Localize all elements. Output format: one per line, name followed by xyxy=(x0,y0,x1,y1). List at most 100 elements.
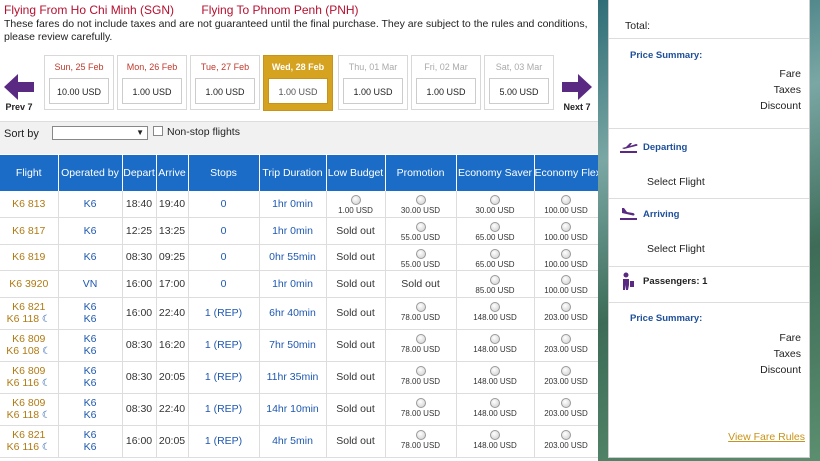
column-header[interactable]: Arrive xyxy=(156,155,189,191)
date-label: Thu, 01 Mar xyxy=(348,62,398,72)
date-card[interactable]: Fri, 02 Mar 1.00 USD xyxy=(411,55,481,110)
nonstop-checkbox[interactable] xyxy=(153,126,163,136)
arrive-time: 16:20 xyxy=(156,329,189,362)
fare-cell: 203.00 USD xyxy=(534,393,599,426)
trip-duration: 0hr 55min xyxy=(259,244,327,271)
plane-takeoff-icon xyxy=(620,143,638,153)
flight-number[interactable]: K6 809 xyxy=(12,397,45,409)
moon-icon: ☾ xyxy=(39,409,51,421)
column-header[interactable]: Depart xyxy=(122,155,157,191)
column-header[interactable]: Economy Saver xyxy=(456,155,535,191)
fare-radio[interactable] xyxy=(490,397,500,408)
flight-number[interactable]: K6 809 xyxy=(12,365,45,377)
moon-icon: ☾ xyxy=(39,345,52,357)
column-header[interactable]: Flight xyxy=(0,155,59,191)
flight-number[interactable]: K6 809 xyxy=(12,333,45,345)
fare-cell: 55.00 USD xyxy=(385,244,457,271)
fare-radio[interactable] xyxy=(490,429,500,440)
fare-radio[interactable] xyxy=(415,195,426,205)
stops[interactable]: 1 (REP) xyxy=(188,361,260,394)
fare-radio[interactable] xyxy=(415,333,426,344)
flight-number[interactable]: K6 116 xyxy=(7,377,40,389)
fare-price: 78.00 USD xyxy=(400,312,441,322)
trip-duration: 1hr 0min xyxy=(259,270,327,298)
fare-radio[interactable] xyxy=(415,301,426,312)
fare-radio[interactable] xyxy=(490,275,500,285)
date-card[interactable]: Sun, 25 Feb 10.00 USD xyxy=(44,55,114,110)
column-header[interactable]: Stops xyxy=(188,155,260,191)
prev-7-button[interactable]: Prev 7 xyxy=(2,74,36,112)
nonstop-filter[interactable]: Non-stop flights xyxy=(153,126,240,138)
flight-number[interactable]: K6 108 xyxy=(6,345,39,357)
fare-radio[interactable] xyxy=(490,222,500,232)
fare-radio[interactable] xyxy=(561,301,571,312)
column-header[interactable]: Trip Duration xyxy=(259,155,327,191)
stops[interactable]: 1 (REP) xyxy=(188,297,260,330)
table-row: K6 809 K6 116 ☾ K6 K6 08:30 20:05 1 (REP) 11hr … xyxy=(0,361,599,394)
stops[interactable]: 1 (REP) xyxy=(188,393,260,426)
date-card[interactable]: Tue, 27 Feb 1.00 USD xyxy=(190,55,260,110)
flight-number[interactable]: K6 821 xyxy=(12,429,45,441)
flight-number[interactable]: K6 813 xyxy=(12,198,45,210)
next-7-button[interactable]: Next 7 xyxy=(560,74,594,112)
stops[interactable]: 0 xyxy=(188,270,260,298)
stops[interactable]: 1 (REP) xyxy=(188,329,260,362)
stops[interactable]: 0 xyxy=(188,217,260,245)
depart-time: 08:30 xyxy=(122,244,157,271)
fare-radio[interactable] xyxy=(561,275,571,285)
column-header[interactable]: Economy Flex xyxy=(534,155,599,191)
fare-radio[interactable] xyxy=(415,365,426,376)
stops[interactable]: 0 xyxy=(188,244,260,271)
date-price: 1.00 USD xyxy=(122,78,182,104)
table-row: K6 821 K6 116 ☾ K6 K6 16:00 20:05 1 (REP) 4hr 5… xyxy=(0,425,599,458)
fare-cell: 1.00 USD xyxy=(326,191,386,218)
fare-radio[interactable] xyxy=(561,333,571,344)
fare-radio[interactable] xyxy=(561,195,571,205)
fare-price: 100.00 USD xyxy=(544,286,588,295)
view-fare-rules-link[interactable]: View Fare Rules xyxy=(728,431,805,443)
depart-time: 08:30 xyxy=(122,361,157,394)
fare-radio[interactable] xyxy=(415,222,426,232)
flight-number[interactable]: K6 819 xyxy=(12,251,45,263)
flight-number[interactable]: K6 116 xyxy=(7,441,40,453)
fare-radio[interactable] xyxy=(490,248,500,259)
date-price: 5.00 USD xyxy=(489,78,549,104)
fare-radio[interactable] xyxy=(561,429,571,440)
date-price: 10.00 USD xyxy=(49,78,109,104)
stops[interactable]: 0 xyxy=(188,191,260,218)
fare-radio[interactable] xyxy=(415,397,426,408)
flight-number[interactable]: K6 817 xyxy=(12,225,45,237)
date-card[interactable]: Thu, 01 Mar 1.00 USD xyxy=(338,55,408,110)
fare-cell: 78.00 USD xyxy=(385,361,457,394)
fare-cell: 55.00 USD xyxy=(385,217,457,245)
flight-number[interactable]: K6 3920 xyxy=(9,278,48,290)
fare-radio[interactable] xyxy=(561,365,571,376)
fare-price: 148.00 USD xyxy=(473,440,517,450)
column-header[interactable]: Operated by xyxy=(58,155,123,191)
fare-radio[interactable] xyxy=(561,397,571,408)
operator: K6 xyxy=(83,365,97,377)
fare-radio[interactable] xyxy=(415,429,426,440)
fare-radio[interactable] xyxy=(415,248,426,259)
fare-sold-out: Sold out xyxy=(326,361,386,394)
flight-number[interactable]: K6 118 xyxy=(7,313,40,325)
fare-price: 100.00 USD xyxy=(544,233,588,242)
fare-radio[interactable] xyxy=(490,333,500,344)
fare-radio[interactable] xyxy=(561,248,571,259)
fare-radio[interactable] xyxy=(350,195,361,205)
arriving-select-flight[interactable]: Select Flight xyxy=(647,243,705,255)
fare-radio[interactable] xyxy=(561,222,571,232)
flight-number[interactable]: K6 118 xyxy=(7,409,40,421)
departing-select-flight[interactable]: Select Flight xyxy=(647,176,705,188)
flight-number[interactable]: K6 821 xyxy=(12,301,45,313)
column-header[interactable]: Promotion xyxy=(385,155,457,191)
sort-select[interactable]: ▼ xyxy=(52,126,148,140)
column-header[interactable]: Low Budget xyxy=(326,155,386,191)
fare-radio[interactable] xyxy=(490,301,500,312)
date-card[interactable]: Mon, 26 Feb 1.00 USD xyxy=(117,55,187,110)
date-card[interactable]: Sat, 03 Mar 5.00 USD xyxy=(484,55,554,110)
date-card[interactable]: Wed, 28 Feb 1.00 USD xyxy=(263,55,333,111)
stops[interactable]: 1 (REP) xyxy=(188,425,260,458)
fare-radio[interactable] xyxy=(490,365,500,376)
fare-radio[interactable] xyxy=(490,195,500,205)
